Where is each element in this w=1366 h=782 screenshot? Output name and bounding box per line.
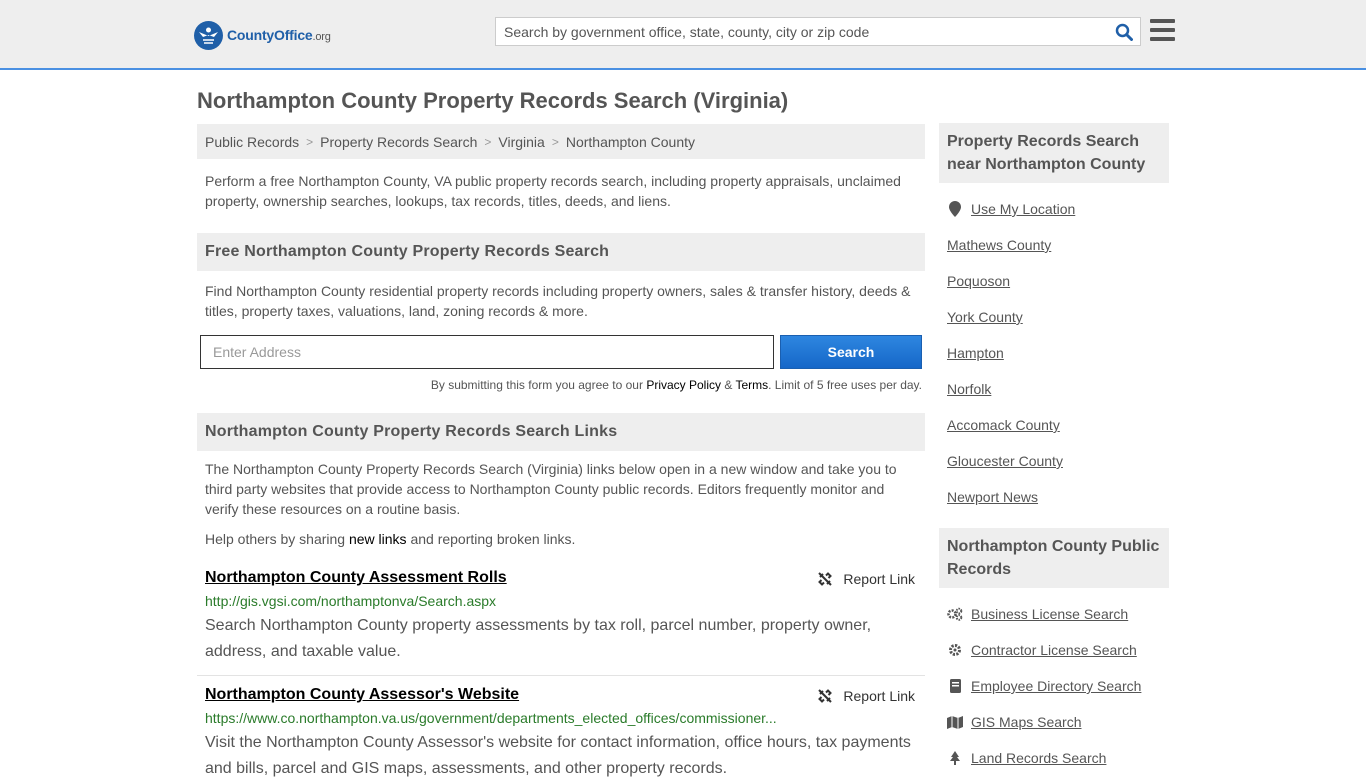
links-section-heading: Northampton County Property Records Sear… — [197, 413, 925, 451]
report-link-label: Report Link — [843, 688, 915, 704]
nearby-link[interactable]: York County — [947, 309, 1023, 325]
broken-link-icon — [818, 689, 833, 703]
privacy-policy-link[interactable]: Privacy Policy — [646, 378, 721, 392]
list-item: Northampton County Assessment Rolls Repo… — [197, 569, 925, 665]
help-text: Help others by sharing new links and rep… — [205, 531, 576, 547]
sidebar-item-nearby: York County — [947, 299, 1169, 335]
divider — [197, 675, 925, 676]
site-search — [495, 17, 1141, 46]
nearby-link[interactable]: Mathews County — [947, 237, 1051, 253]
report-link-button[interactable]: Report Link — [817, 688, 915, 704]
main-content: Public Records > Property Records Search… — [197, 124, 925, 782]
sidebar-item-contractor-license: Contractor License Search — [947, 632, 1169, 668]
link-description: Search Northampton County property asses… — [205, 617, 872, 660]
breadcrumb-separator-icon: > — [484, 134, 492, 149]
sidebar-item-nearby: Accomack County — [947, 407, 1169, 443]
site-logo[interactable]: CountyOffice.org — [194, 20, 331, 50]
gear-icon — [947, 642, 963, 658]
nearby-link[interactable]: Norfolk — [947, 381, 991, 397]
sidebar-item-nearby: Poquoson — [947, 263, 1169, 299]
form-disclaimer: By submitting this form you agree to our… — [430, 378, 922, 392]
nearby-link[interactable]: Accomack County — [947, 417, 1060, 433]
logo-text: CountyOffice.org — [227, 27, 331, 43]
public-record-link[interactable]: GIS Maps Search — [971, 714, 1082, 730]
sidebar-item-nearby: Norfolk — [947, 371, 1169, 407]
sidebar-item-business-license: Business License Search — [947, 596, 1169, 632]
new-links-link[interactable]: new links — [349, 531, 407, 547]
link-description: Visit the Northampton County Assessor's … — [205, 734, 911, 777]
breadcrumb-property-records-search[interactable]: Property Records Search — [320, 134, 477, 150]
breadcrumb-virginia[interactable]: Virginia — [498, 134, 544, 150]
gears-icon — [947, 606, 963, 622]
terms-link[interactable]: Terms — [735, 378, 768, 392]
sidebar-item-use-my-location: Use My Location — [947, 191, 1169, 227]
sidebar-item-nearby: Newport News — [947, 479, 1169, 515]
free-search-description: Find Northampton County residential prop… — [205, 283, 911, 319]
public-record-link[interactable]: Land Records Search — [971, 750, 1106, 766]
hamburger-menu-icon[interactable] — [1150, 19, 1175, 41]
free-search-heading: Free Northampton County Property Records… — [197, 233, 925, 271]
breadcrumb-separator-icon: > — [551, 134, 559, 149]
nearby-heading: Property Records Search near Northampton… — [939, 123, 1169, 183]
report-link-label: Report Link — [843, 571, 915, 587]
nearby-link[interactable]: Hampton — [947, 345, 1004, 361]
page-title: Northampton County Property Records Sear… — [197, 88, 789, 113]
sidebar: Property Records Search near Northampton… — [939, 123, 1169, 776]
address-search-button[interactable]: Search — [780, 335, 922, 369]
intro-text: Perform a free Northampton County, VA pu… — [205, 173, 901, 209]
sidebar-item-land-records: Land Records Search — [947, 740, 1169, 776]
address-input[interactable] — [200, 335, 774, 369]
book-icon — [947, 678, 963, 694]
tree-icon — [947, 750, 963, 766]
sidebar-item-nearby: Mathews County — [947, 227, 1169, 263]
site-search-input[interactable] — [496, 18, 1108, 45]
logo-eagle-icon — [194, 20, 223, 50]
nearby-link[interactable]: Newport News — [947, 489, 1038, 505]
broken-link-icon — [818, 572, 833, 586]
link-title[interactable]: Northampton County Assessment Rolls — [205, 569, 507, 586]
location-pin-icon — [947, 201, 963, 217]
breadcrumb-current: Northampton County — [565, 133, 696, 150]
map-icon — [947, 714, 963, 730]
sidebar-item-gis-maps: GIS Maps Search — [947, 704, 1169, 740]
report-link-button[interactable]: Report Link — [817, 571, 915, 587]
nearby-link[interactable]: Poquoson — [947, 273, 1010, 289]
public-record-link[interactable]: Employee Directory Search — [971, 678, 1141, 694]
nearby-link[interactable]: Gloucester County — [947, 453, 1063, 469]
sidebar-item-employee-directory: Employee Directory Search — [947, 668, 1169, 704]
address-search-form: Search — [197, 335, 925, 369]
breadcrumb: Public Records > Property Records Search… — [197, 124, 925, 159]
public-record-link[interactable]: Contractor License Search — [971, 642, 1137, 658]
sidebar-item-nearby: Gloucester County — [947, 443, 1169, 479]
link-title[interactable]: Northampton County Assessor's Website — [205, 686, 519, 703]
public-records-heading: Northampton County Public Records — [939, 528, 1169, 588]
top-header: CountyOffice.org — [0, 0, 1366, 70]
use-my-location-link[interactable]: Use My Location — [971, 201, 1075, 217]
link-url: https://www.co.northampton.va.us/governm… — [205, 710, 777, 726]
breadcrumb-separator-icon: > — [306, 134, 314, 149]
breadcrumb-public-records[interactable]: Public Records — [205, 134, 299, 150]
search-icon[interactable] — [1108, 18, 1140, 45]
link-url: http://gis.vgsi.com/northamptonva/Search… — [205, 593, 497, 609]
links-section-description: The Northampton County Property Records … — [205, 461, 897, 517]
public-records-list: Business License Search Contractor Licen… — [939, 588, 1169, 776]
nearby-list: Use My Location Mathews County Poquoson … — [939, 183, 1169, 515]
sidebar-item-nearby: Hampton — [947, 335, 1169, 371]
public-record-link[interactable]: Business License Search — [971, 606, 1128, 622]
